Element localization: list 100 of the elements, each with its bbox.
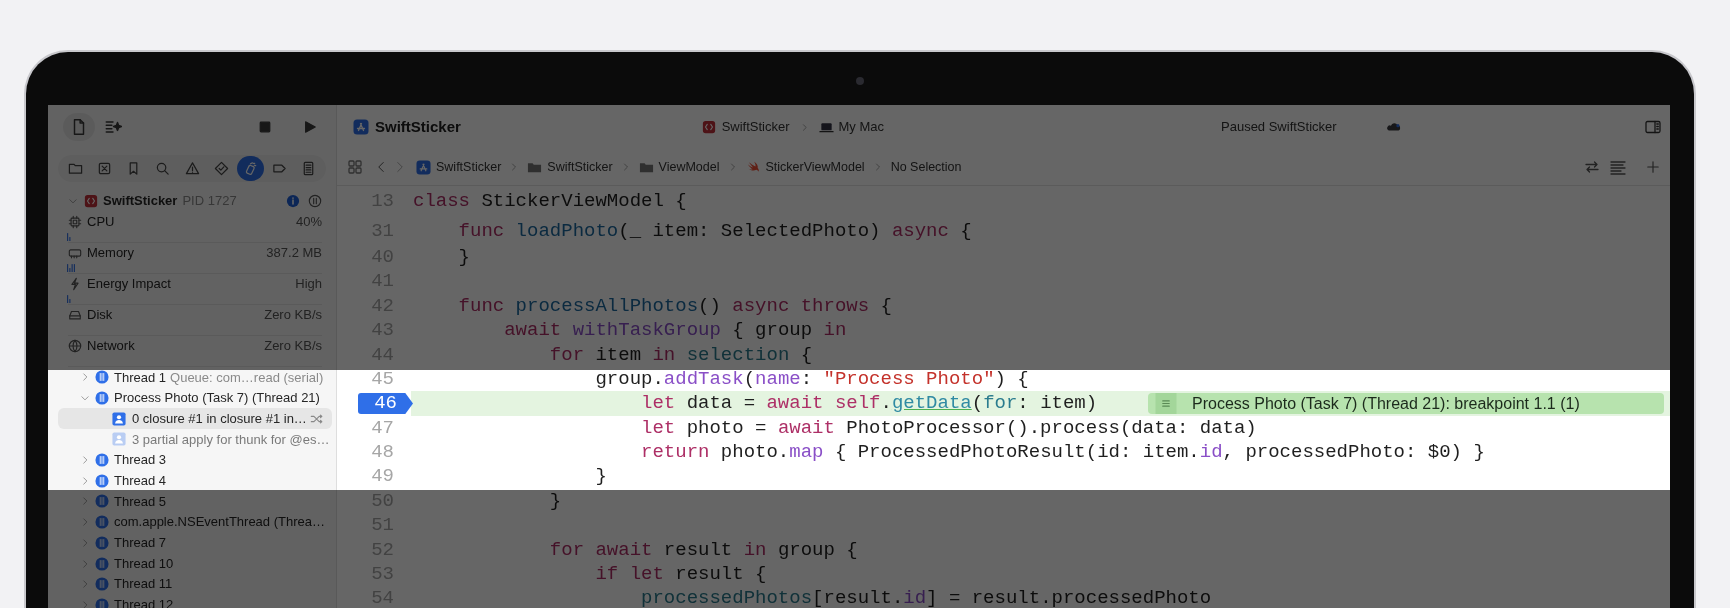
plus-icon[interactable] [1646,160,1660,174]
code-line: processedPhotos[result.id] = result.processedPhoto [640,586,1212,608]
breakpoint-marker[interactable]: 46 [358,393,413,415]
gauge-row[interactable]: Disk Zero KB/s [68,305,322,336]
chevron-right-icon[interactable] [80,599,90,608]
gauge-label: Disk [87,306,113,325]
navigator-toggle-button[interactable] [63,113,95,141]
thread-label[interactable]: Thread 4 [114,471,167,491]
drive-icon [68,308,82,322]
warning-icon [184,161,200,176]
app-icon [702,120,716,134]
thread-icon [95,391,109,406]
diamond-check-icon [213,161,229,176]
code-line: } [594,464,607,490]
gauge-label: Memory [87,244,134,263]
line-number: 45 [371,366,395,392]
inspector-icon[interactable] [1644,119,1662,135]
gauge-row[interactable]: Energy Impact High [68,274,322,305]
chevron-right-icon[interactable] [80,517,90,528]
thread-label[interactable]: Thread 10 [114,553,174,574]
chevron-right-icon[interactable] [80,496,90,507]
gauge-label: Energy Impact [87,275,171,294]
navigator-tab[interactable] [236,156,264,181]
code-line: for item in selection { [548,342,813,368]
person-icon [112,432,126,447]
report-icon [301,161,316,176]
thread-label[interactable]: com.apple.NSEventThread (Threa… [114,512,325,532]
frame-label: 0 closure #1 in closure #1 in… [132,409,307,428]
gauge-row[interactable]: CPU 40% [68,212,322,243]
code-line: } [457,244,470,270]
app-store-icon [416,159,431,175]
gauge-label: CPU [87,213,115,232]
breadcrumb-item[interactable]: SwiftSticker [527,157,613,177]
back-icon[interactable] [375,159,387,175]
frame-label: 3 partial apply for thunk for @es… [132,430,330,449]
chevron-right-icon [873,162,882,172]
breadcrumb-item[interactable]: SwiftSticker [416,157,502,177]
breakpoint-annotation: Process Photo (Task 7) (Thread 21): breakpoint 1.1 (1) [1148,393,1664,415]
breadcrumb-item[interactable]: ViewModel [638,157,720,177]
chip-icon [68,215,82,229]
gauge-value: Zero KB/s [264,306,322,325]
info-icon[interactable] [286,194,300,208]
code-line: return photo.map { ProcessedPhotoResult(id: item.id, processedPhoto: $0) } [640,440,1485,466]
thread-icon [95,556,109,571]
breadcrumb-item[interactable]: No Selection [890,157,962,177]
gauge-label: Network [87,337,135,356]
gauge-row[interactable]: Memory 387.2 MB [68,243,322,274]
code-line: func loadPhoto(_ item: SelectedPhoto) async { [457,218,972,244]
thread-label[interactable]: Thread 3 [114,450,167,470]
line-number: 47 [371,415,395,441]
thread-label[interactable]: Process Photo (Task 7) (Thread 21) [114,388,320,408]
code-line: await withTaskGroup { group in [503,318,847,344]
gauge-value: 40% [295,213,322,232]
thread-queue: Queue: com…read (serial) [170,368,324,387]
chevron-right-icon[interactable] [80,455,90,466]
forward-icon[interactable] [394,159,406,175]
line-number: 49 [371,464,395,490]
thread-label[interactable]: Thread 5 [114,491,167,512]
thread-icon [95,370,109,385]
code-line: let photo = await PhotoProcessor().process(data: data) [640,415,1257,441]
pause-circle-icon[interactable] [308,194,322,208]
code-line: } [548,488,562,514]
code-line: class StickerViewModel { [413,189,687,215]
thread-icon [95,453,109,468]
frame-row[interactable]: 3 partial apply for thunk for @es… [58,429,332,450]
chevron-right-icon[interactable] [80,558,90,569]
thread-icon [95,515,109,530]
code-line: group.addTask(name: "Process Photo") { [594,366,1029,392]
code-line: for await result in group { [548,537,858,563]
grid-icon[interactable] [347,159,363,175]
folder-icon [68,161,83,176]
thread-icon [95,577,109,592]
chevron-right-icon[interactable] [80,537,90,548]
x-box-icon [97,161,113,176]
thread-label[interactable]: Thread 11 [114,574,173,594]
scheme-button[interactable]: SwiftSticker [702,117,790,137]
swap-arrows-icon[interactable] [1584,159,1600,175]
thread-icon [95,535,109,550]
thread-icon [95,494,109,509]
destination-button[interactable]: My Mac [818,117,885,137]
chevron-right-icon [621,162,630,172]
chevron-right-icon[interactable] [80,372,90,383]
breadcrumb-item[interactable]: StickerViewModel [745,157,865,177]
code-line: let data = await self.getData(for: item) [640,391,1098,417]
chevron-down-icon[interactable] [68,196,78,206]
line-number: 48 [371,440,395,466]
chevron-right-icon[interactable] [80,579,90,590]
bolt-icon [68,277,82,291]
gauge-row[interactable]: Network Zero KB/s [68,336,322,367]
thread-label[interactable]: Thread 7 [114,533,167,553]
chevron-right-icon[interactable] [80,475,90,486]
lines-icon[interactable] [1608,159,1628,175]
code-line: func processAllPhotos() async throws { [457,293,892,319]
gauge-value: High [295,275,322,294]
shuffle-icon[interactable] [310,411,324,426]
gauge-value: 387.2 MB [266,244,322,263]
selected-frame-row[interactable]: 0 closure #1 in closure #1 in… [58,408,332,430]
code-line: if let result { [594,562,767,588]
thread-label[interactable]: Thread 1 [114,367,167,388]
stop-icon [258,120,272,134]
